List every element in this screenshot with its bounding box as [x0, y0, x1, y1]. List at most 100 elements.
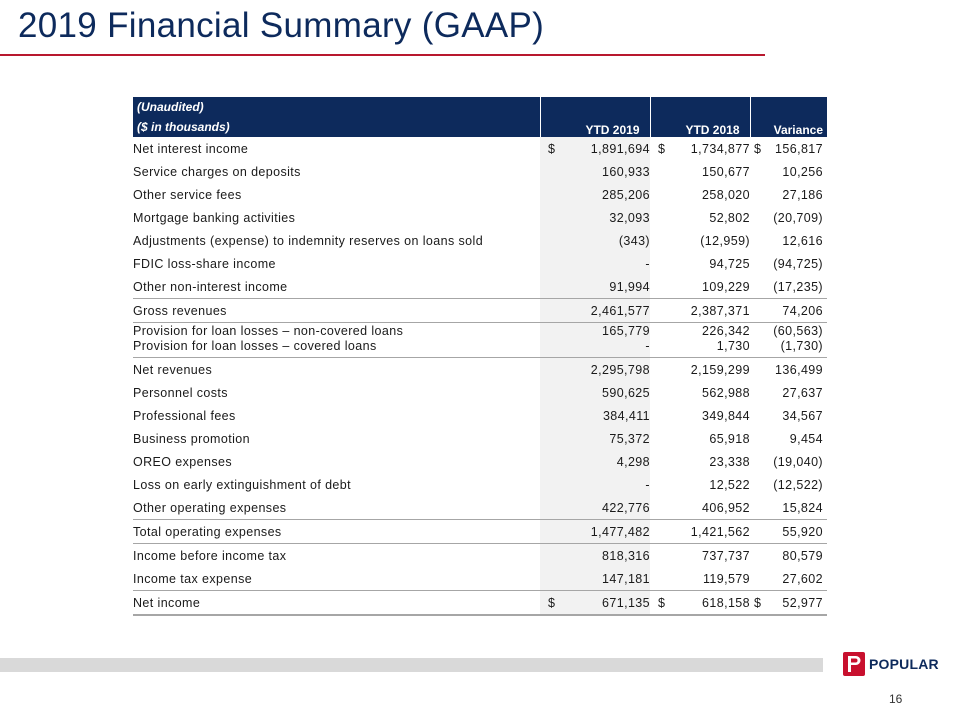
cell-value: 27,637	[782, 385, 823, 400]
table-row: Net revenues 2,295,798 2,159,299 136,499	[133, 357, 827, 381]
value-ytd-2019: 165,779	[540, 322, 650, 339]
value-ytd-2018: (12,959)	[650, 229, 750, 252]
title-underline	[0, 54, 765, 56]
value-ytd-2019: 2,295,798	[540, 357, 650, 381]
table-row: Other operating expenses 422,776 406,952 15…	[133, 496, 827, 520]
table-row: FDIC loss-share income - 94,725 (94,725)	[133, 252, 827, 275]
value-variance: (12,522)	[750, 473, 827, 496]
table-row: Business promotion 75,372 65,918 9,454	[133, 427, 827, 450]
value-variance: (19,040)	[750, 450, 827, 473]
row-label: Provision for loan losses – covered loan…	[133, 339, 377, 353]
cell-value: 10,256	[782, 164, 823, 179]
cell-value: 80,579	[782, 548, 823, 563]
value-ytd-2019: 818,316	[540, 543, 650, 567]
table-row: OREO expenses 4,298 23,338 (19,040)	[133, 450, 827, 473]
value-ytd-2019: 4,298	[540, 450, 650, 473]
cell-value: 1,477,482	[590, 524, 650, 539]
cell-value: 23,338	[709, 454, 750, 469]
value-ytd-2018: 2,159,299	[650, 357, 750, 381]
footer-bar	[0, 658, 823, 672]
cell-value: 349,844	[702, 408, 750, 423]
cell-value: 55,920	[782, 524, 823, 539]
header-ytd-2019: YTD 2019	[540, 97, 651, 137]
value-ytd-2019: -	[540, 252, 650, 275]
value-ytd-2018: 94,725	[650, 252, 750, 275]
cell-value: 1,734,877	[690, 141, 750, 156]
value-variance: (60,563)	[750, 322, 827, 339]
page-number: 16	[889, 692, 903, 706]
row-label: Net income	[133, 590, 540, 616]
table-row: Provision for loan losses – non-covered …	[133, 322, 827, 339]
value-ytd-2019: $1,891,694	[540, 137, 650, 160]
row-label: Service charges on deposits	[133, 164, 301, 179]
popular-logo-text: POPULAR	[869, 656, 939, 672]
value-ytd-2018: 226,342	[650, 322, 750, 339]
cell-value: (343)	[618, 233, 650, 248]
value-variance: 9,454	[750, 427, 827, 450]
currency-symbol: $	[754, 141, 762, 156]
cell-value: 258,020	[702, 187, 750, 202]
cell-value: (20,709)	[773, 210, 823, 225]
value-ytd-2019: 2,461,577	[540, 298, 650, 323]
row-label: Personnel costs	[133, 385, 228, 400]
cell-value: (12,522)	[773, 477, 823, 492]
header-variance: Variance	[750, 97, 827, 137]
value-ytd-2018: 349,844	[650, 404, 750, 427]
cell-value: 590,625	[602, 385, 650, 400]
cell-value: 160,933	[602, 164, 650, 179]
cell-value: (19,040)	[773, 454, 823, 469]
cell-value: 165,779	[602, 324, 650, 338]
cell-value: 119,579	[702, 571, 750, 586]
row-label: Other service fees	[133, 187, 242, 202]
value-variance: $52,977	[750, 590, 827, 616]
cell-value: 618,158	[702, 595, 750, 610]
currency-symbol: $	[754, 595, 762, 610]
currency-symbol: $	[658, 595, 666, 610]
cell-value: 52,802	[709, 210, 750, 225]
popular-logo-icon	[843, 652, 865, 676]
cell-value: (94,725)	[773, 256, 823, 271]
cell-value: 156,817	[775, 141, 823, 156]
table-row: Income before income tax 818,316 737,737 80…	[133, 543, 827, 567]
table-row: Adjustments (expense) to indemnity reser…	[133, 229, 827, 252]
value-ytd-2018: 52,802	[650, 206, 750, 229]
value-ytd-2019: (343)	[540, 229, 650, 252]
cell-value: 147,181	[602, 571, 650, 586]
value-variance: 10,256	[750, 160, 827, 183]
value-ytd-2018: 65,918	[650, 427, 750, 450]
table-row: Loss on early extinguishment of debt - 12,…	[133, 473, 827, 496]
currency-symbol: $	[548, 141, 556, 156]
cell-value: 9,454	[789, 431, 823, 446]
header-label-cell: (Unaudited) ($ in thousands)	[133, 97, 541, 137]
value-ytd-2018: 737,737	[650, 543, 750, 567]
value-ytd-2018: 119,579	[650, 567, 750, 591]
row-label: Net interest income	[133, 141, 249, 156]
value-variance: (94,725)	[750, 252, 827, 275]
header-unaudited-note: (Unaudited)	[137, 100, 204, 114]
value-variance: 34,567	[750, 404, 827, 427]
table-row: Gross revenues 2,461,577 2,387,371 74,206	[133, 298, 827, 323]
cell-value: (60,563)	[773, 324, 823, 338]
value-ytd-2018: 23,338	[650, 450, 750, 473]
value-ytd-2018: 2,387,371	[650, 298, 750, 323]
cell-value: 65,918	[709, 431, 750, 446]
cell-value: 818,316	[602, 548, 650, 563]
value-variance: 27,186	[750, 183, 827, 206]
cell-value: 2,295,798	[590, 362, 650, 377]
cell-value: 2,461,577	[590, 303, 650, 318]
cell-value: -	[645, 477, 650, 492]
value-variance: (20,709)	[750, 206, 827, 229]
cell-value: 32,093	[609, 210, 650, 225]
header-ytd-2018: YTD 2018	[650, 97, 751, 137]
value-ytd-2019: 147,181	[540, 567, 650, 591]
cell-value: 15,824	[782, 500, 823, 515]
cell-value: 27,602	[782, 571, 823, 586]
cell-value: 4,298	[616, 454, 650, 469]
value-ytd-2019: 285,206	[540, 183, 650, 206]
value-ytd-2018: 1,421,562	[650, 519, 750, 544]
value-ytd-2019: 75,372	[540, 427, 650, 450]
row-label: Adjustments (expense) to indemnity reser…	[133, 233, 484, 248]
cell-value: 1,730	[716, 339, 750, 353]
cell-value: 422,776	[602, 500, 650, 515]
cell-value: (12,959)	[700, 233, 750, 248]
